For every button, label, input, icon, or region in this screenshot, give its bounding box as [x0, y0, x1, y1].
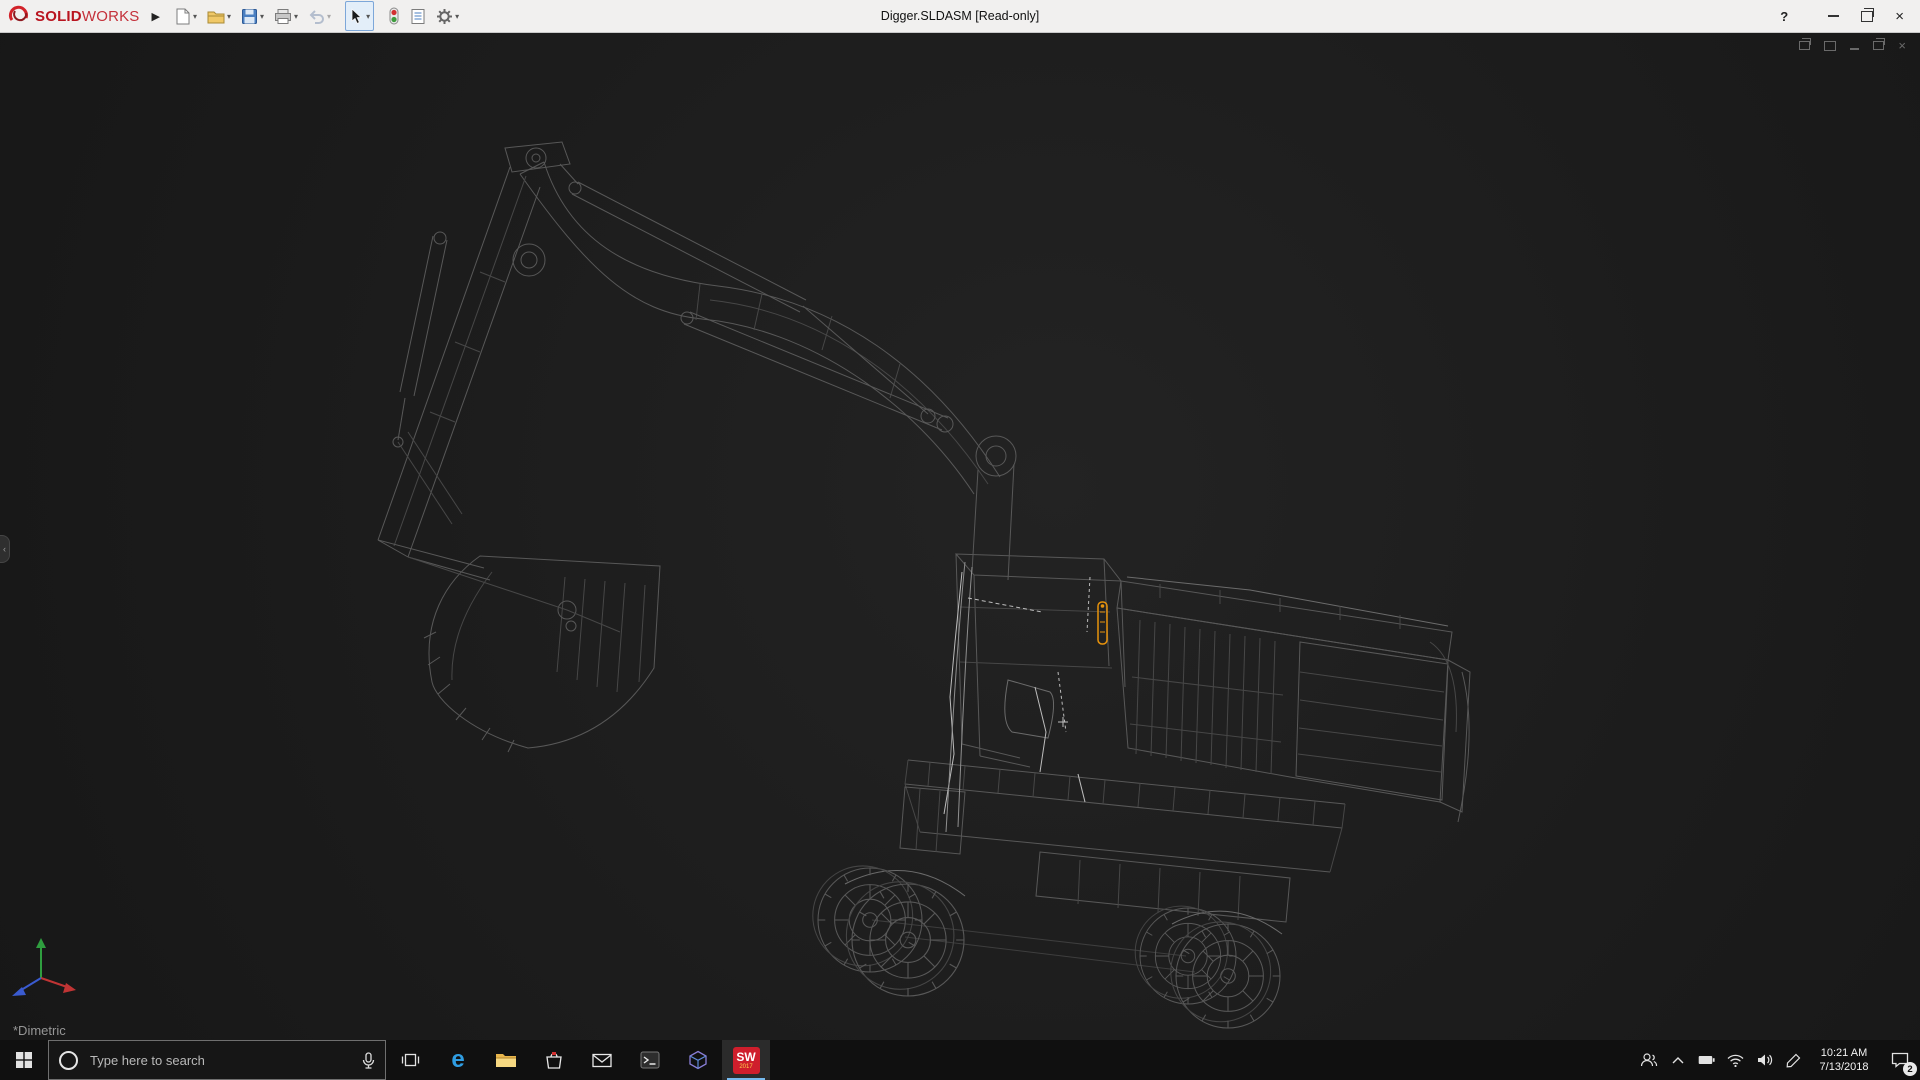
console-button[interactable] — [626, 1040, 674, 1080]
view-orientation-label: *Dimetric — [13, 1023, 66, 1038]
volume-button[interactable] — [1750, 1040, 1779, 1080]
taskbar-clock[interactable]: 10:21 AM 7/13/2018 — [1808, 1040, 1880, 1080]
edge-button[interactable]: e — [434, 1040, 482, 1080]
select-cursor-icon — [351, 7, 363, 24]
task-view-button[interactable] — [386, 1040, 434, 1080]
clock-date: 7/13/2018 — [1819, 1061, 1869, 1073]
undo-icon — [309, 9, 325, 24]
standard-toolbar: ▾ ▾ ▾ ▾ ▾ ▾ ▾ — [170, 1, 463, 31]
battery-icon — [1698, 1056, 1715, 1064]
open-button[interactable]: ▾ — [203, 1, 235, 31]
options-button[interactable]: ▾ — [432, 1, 463, 31]
people-button[interactable] — [1634, 1040, 1663, 1080]
options-gear-icon — [437, 8, 453, 24]
print-button[interactable]: ▾ — [270, 1, 302, 31]
solidworks-logo: SOLIDWORKS — [0, 5, 150, 27]
select-tool-button[interactable]: ▾ — [345, 1, 375, 31]
action-center-button[interactable]: 2 — [1880, 1040, 1920, 1080]
hidden-icons-button[interactable] — [1663, 1040, 1692, 1080]
windows-taskbar: e SW 2017 — [0, 1040, 1920, 1080]
people-icon — [1640, 1053, 1657, 1067]
menu-expand-arrow[interactable]: ▶ — [152, 10, 160, 23]
taskbar-search[interactable] — [48, 1040, 386, 1080]
solidworks-taskbar-button[interactable]: SW 2017 — [722, 1040, 770, 1080]
start-button[interactable] — [0, 1040, 48, 1080]
undo-button[interactable]: ▾ — [304, 1, 335, 31]
solidworks-app-icon: SW 2017 — [732, 1046, 760, 1074]
network-button[interactable] — [1721, 1040, 1750, 1080]
file-properties-icon — [411, 8, 425, 24]
clock-time: 10:21 AM — [1820, 1046, 1868, 1059]
microphone-icon[interactable] — [362, 1051, 375, 1069]
system-tray: 10:21 AM 7/13/2018 2 — [1634, 1040, 1920, 1080]
3d-viewer-cube-icon — [689, 1050, 707, 1070]
print-icon — [275, 8, 292, 24]
reference-triad — [12, 938, 76, 996]
3ds-compass-icon — [8, 5, 28, 22]
selected-component-highlight[interactable] — [1097, 601, 1108, 645]
speaker-icon — [1757, 1054, 1772, 1066]
help-button[interactable]: ? — [1780, 9, 1788, 24]
3d-viewer-button[interactable] — [674, 1040, 722, 1080]
pen-button[interactable] — [1779, 1040, 1808, 1080]
file-properties-button[interactable] — [406, 1, 430, 31]
task-view-icon — [401, 1053, 419, 1067]
rebuild-stoplight-icon — [389, 7, 399, 25]
store-button[interactable] — [530, 1040, 578, 1080]
restore-button[interactable] — [1861, 7, 1875, 22]
title-bar: SOLIDWORKS ▶ ▾ ▾ ▾ ▾ ▾ ▾ ▾ Digger.SLDASM… — [0, 0, 1920, 33]
windows-logo-icon — [16, 1052, 32, 1068]
edge-icon: e — [451, 1046, 465, 1073]
minimize-button[interactable] — [1828, 15, 1840, 17]
search-circle-icon — [59, 1050, 78, 1070]
close-button[interactable]: × — [1895, 9, 1904, 24]
search-input[interactable] — [88, 1051, 352, 1069]
notification-badge: 2 — [1903, 1062, 1917, 1076]
save-icon — [242, 8, 258, 24]
file-explorer-button[interactable] — [482, 1040, 530, 1080]
store-bag-icon — [546, 1052, 562, 1069]
mail-icon — [592, 1053, 612, 1067]
chevron-up-icon — [1672, 1057, 1683, 1064]
battery-button[interactable] — [1692, 1040, 1721, 1080]
console-icon — [640, 1051, 660, 1069]
file-explorer-icon — [496, 1054, 516, 1067]
new-document-icon — [176, 8, 190, 24]
pen-icon — [1786, 1053, 1801, 1067]
window-title: Digger.SLDASM [Read-only] — [880, 9, 1040, 23]
desktop: { "titlebar": { "brand_bold": "SOLID", "… — [0, 0, 1920, 1080]
new-document-button[interactable]: ▾ — [170, 1, 201, 31]
graphics-area[interactable]: × ‹ *Dimetric — [0, 32, 1920, 1040]
window-controls: ? × — [1780, 7, 1920, 24]
mail-button[interactable] — [578, 1040, 626, 1080]
wireframe-digger-model — [12, 141, 1471, 1029]
rebuild-button[interactable] — [384, 1, 404, 31]
save-button[interactable]: ▾ — [237, 1, 268, 31]
brand-text: SOLIDWORKS — [35, 7, 140, 25]
open-folder-icon — [207, 11, 225, 23]
wifi-icon — [1727, 1054, 1744, 1067]
